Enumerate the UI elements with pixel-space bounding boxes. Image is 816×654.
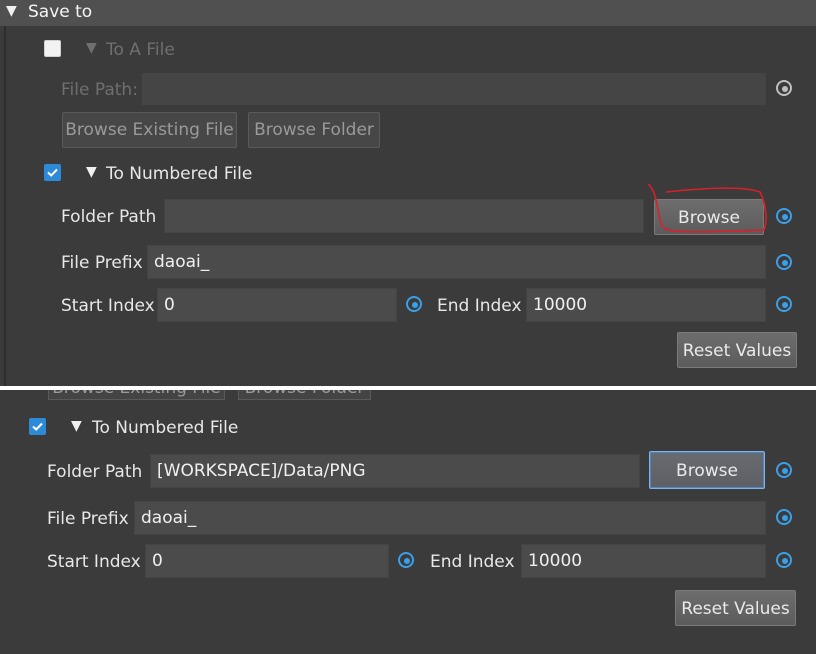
file-path-radio-icon[interactable] — [776, 80, 792, 96]
browse-folder-button-partial[interactable]: Browse Folder — [238, 390, 371, 400]
folder-path-label: Folder Path — [61, 207, 157, 227]
file-path-input[interactable] — [142, 73, 766, 105]
end-index-input[interactable]: 10000 — [526, 288, 766, 322]
triangle-down-icon[interactable]: ▼ — [71, 418, 82, 434]
start-index-input[interactable]: 0 — [145, 544, 389, 578]
file-prefix-radio-icon[interactable] — [776, 509, 792, 525]
folder-path-input[interactable]: [WORKSPACE]/Data/PNG — [150, 454, 640, 488]
browse-existing-file-button-partial[interactable]: Browse Existing File — [48, 390, 225, 400]
file-prefix-input[interactable]: daoai_ — [147, 245, 766, 279]
to-numbered-file-checkbox[interactable] — [29, 418, 46, 435]
save-to-title: Save to — [28, 2, 93, 22]
file-prefix-label: File Prefix — [61, 253, 143, 273]
browse-button[interactable]: Browse — [649, 451, 765, 489]
red-circle-annotation — [647, 183, 767, 233]
file-path-label: File Path: — [61, 80, 138, 100]
end-index-label: End Index — [430, 552, 515, 572]
triangle-down-icon[interactable]: ▼ — [6, 3, 17, 19]
checkmark-icon — [32, 422, 43, 431]
folder-path-radio-icon[interactable] — [776, 208, 792, 224]
file-prefix-radio-icon[interactable] — [776, 254, 792, 270]
save-to-header[interactable]: ▼ Save to — [0, 0, 816, 26]
to-numbered-file-checkbox[interactable] — [44, 164, 61, 181]
checkmark-icon — [47, 168, 58, 177]
panel-left-border — [4, 26, 6, 386]
end-index-label: End Index — [437, 296, 522, 316]
to-numbered-file-label: To Numbered File — [92, 418, 239, 438]
triangle-down-icon[interactable]: ▼ — [86, 40, 97, 56]
reset-values-button[interactable]: Reset Values — [675, 590, 796, 626]
end-index-input[interactable]: 10000 — [521, 544, 766, 578]
triangle-down-icon[interactable]: ▼ — [86, 164, 97, 180]
start-index-label: Start Index — [47, 552, 141, 572]
start-index-radio-icon[interactable] — [398, 552, 414, 568]
reset-values-button[interactable]: Reset Values — [677, 332, 797, 368]
folder-path-input[interactable] — [164, 199, 644, 233]
browse-folder-button[interactable]: Browse Folder — [248, 112, 380, 148]
folder-path-radio-icon[interactable] — [776, 462, 792, 478]
to-numbered-file-label: To Numbered File — [106, 164, 253, 184]
end-index-radio-icon[interactable] — [776, 296, 792, 312]
bottom-panel: Browse Existing File Browse Folder ▼ To … — [0, 390, 816, 654]
start-index-radio-icon[interactable] — [406, 296, 422, 312]
to-a-file-checkbox[interactable] — [44, 40, 61, 57]
to-a-file-label: To A File — [106, 40, 175, 60]
browse-existing-file-button[interactable]: Browse Existing File — [62, 112, 237, 148]
start-index-input[interactable]: 0 — [157, 288, 397, 322]
end-index-radio-icon[interactable] — [776, 552, 792, 568]
start-index-label: Start Index — [61, 296, 155, 316]
top-panel: ▼ Save to ▼ To A File File Path: Browse … — [0, 0, 816, 386]
folder-path-label: Folder Path — [47, 462, 143, 482]
file-prefix-label: File Prefix — [47, 509, 129, 529]
file-prefix-input[interactable]: daoai_ — [134, 501, 766, 535]
